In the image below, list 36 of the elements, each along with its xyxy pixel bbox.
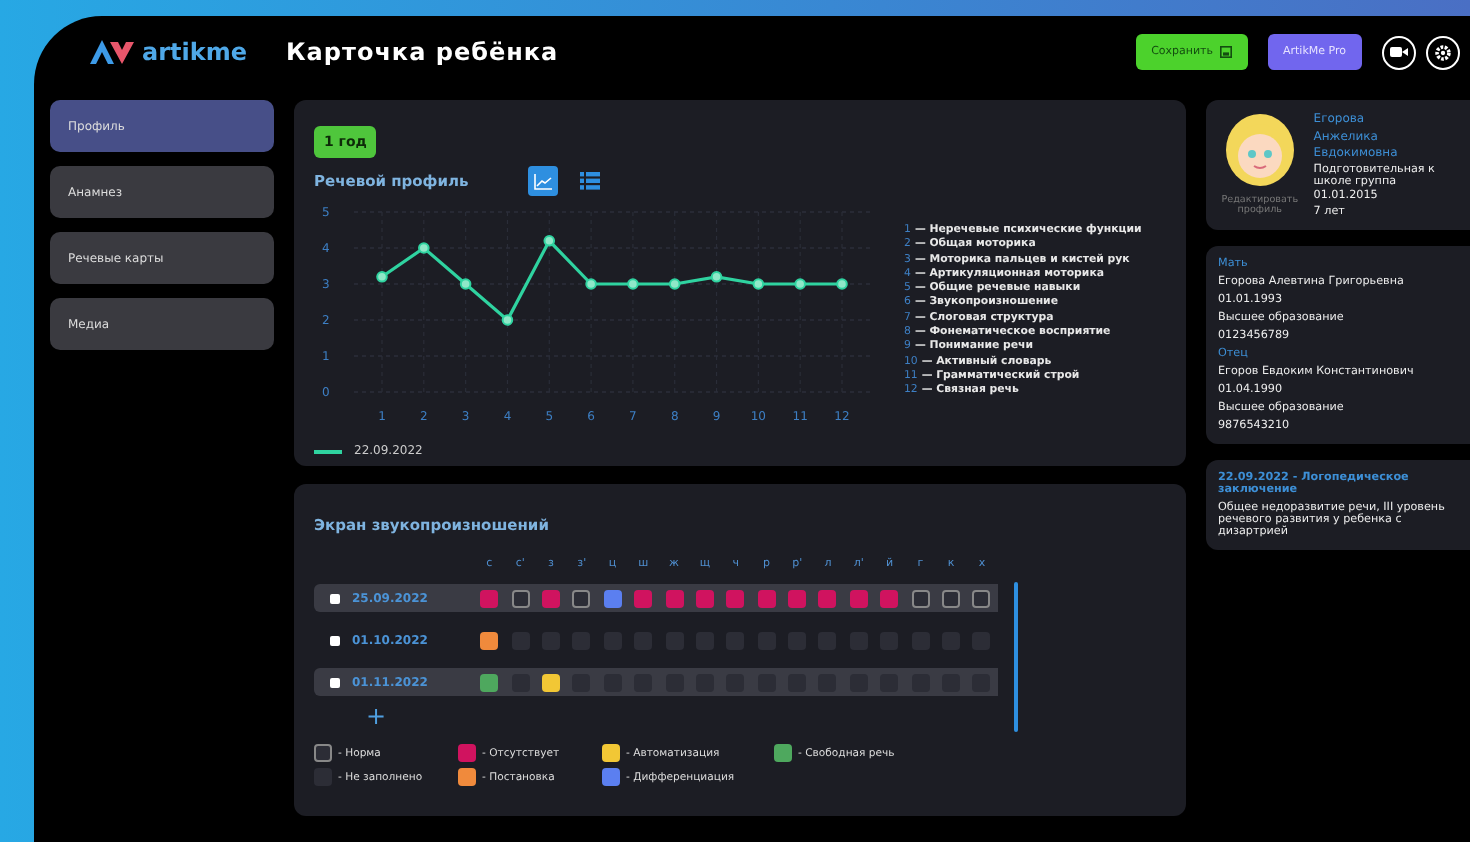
status-square[interactable]: [572, 589, 591, 607]
data-point: [710, 271, 723, 283]
data-point: [501, 314, 514, 326]
data-point: [543, 235, 556, 247]
data-point: [418, 242, 430, 254]
status-square[interactable]: [511, 589, 530, 607]
status-square[interactable]: [911, 589, 930, 607]
data-point: [585, 278, 597, 290]
floppy-disk-icon: [1219, 46, 1231, 58]
scrollbar[interactable]: [1013, 582, 1018, 732]
settings-icon[interactable]: [1426, 35, 1460, 69]
data-point: [836, 278, 848, 290]
status-square[interactable]: [942, 589, 961, 607]
data-point: [376, 271, 388, 283]
status-square[interactable]: [480, 631, 499, 649]
list-icon[interactable]: [574, 166, 605, 196]
page-title: Карточка ребёнка: [286, 38, 561, 66]
row-checkbox[interactable]: [330, 677, 340, 687]
row-checkbox[interactable]: [330, 593, 340, 603]
data-point: [752, 278, 765, 290]
data-point: [794, 278, 806, 290]
status-square[interactable]: [541, 673, 560, 691]
status-square[interactable]: [603, 589, 622, 607]
data-point: [668, 278, 681, 290]
line-chart-icon[interactable]: [528, 166, 559, 196]
logo-text: artikme: [142, 38, 247, 66]
status-square[interactable]: [972, 589, 991, 607]
avatar-drawing: [1221, 112, 1298, 192]
logo-icon: [90, 40, 134, 64]
data-point: [627, 278, 639, 290]
row-checkbox[interactable]: [330, 635, 340, 645]
status-square[interactable]: [480, 673, 499, 691]
add-button[interactable]: +: [366, 704, 387, 728]
data-point: [459, 278, 472, 290]
legend-line-icon: [314, 449, 342, 453]
video-camera-icon[interactable]: [1382, 35, 1416, 69]
